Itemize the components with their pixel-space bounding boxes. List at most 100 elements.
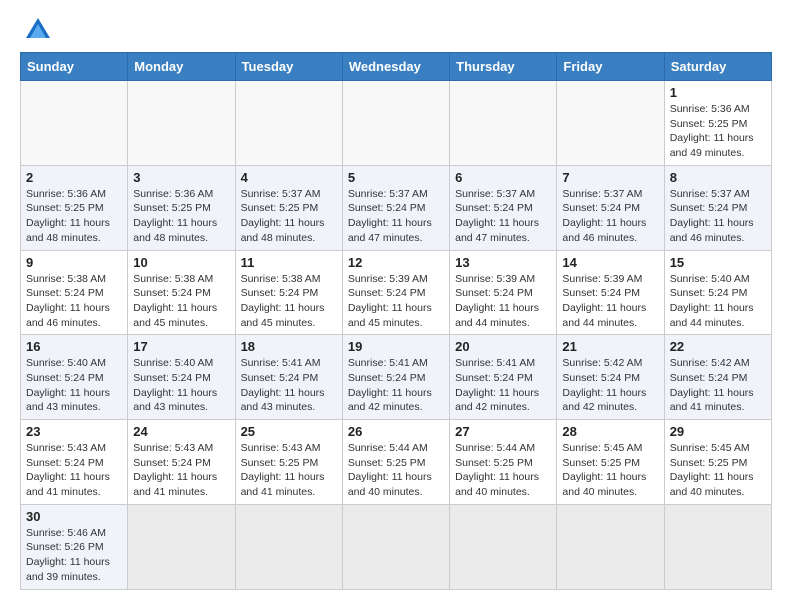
calendar-cell: 12 Sunrise: 5:39 AM Sunset: 5:24 PM Dayli… (342, 250, 449, 335)
day-number: 25 (241, 424, 337, 439)
calendar-cell: 26 Sunrise: 5:44 AM Sunset: 5:25 PM Dayli… (342, 420, 449, 505)
calendar-cell (557, 504, 664, 589)
header (20, 16, 772, 44)
day-info: Sunrise: 5:43 AM Sunset: 5:24 PM Dayligh… (26, 441, 122, 500)
calendar-cell (128, 504, 235, 589)
day-number: 15 (670, 255, 766, 270)
logo-area (20, 16, 52, 44)
day-info: Sunrise: 5:44 AM Sunset: 5:25 PM Dayligh… (455, 441, 551, 500)
day-info: Sunrise: 5:41 AM Sunset: 5:24 PM Dayligh… (348, 356, 444, 415)
calendar-week-row: 2 Sunrise: 5:36 AM Sunset: 5:25 PM Daylig… (21, 165, 772, 250)
day-info: Sunrise: 5:39 AM Sunset: 5:24 PM Dayligh… (455, 272, 551, 331)
day-number: 7 (562, 170, 658, 185)
calendar-cell: 7Sunrise: 5:37 AM Sunset: 5:24 PM Daylig… (557, 165, 664, 250)
day-info: Sunrise: 5:43 AM Sunset: 5:25 PM Dayligh… (241, 441, 337, 500)
day-number: 12 (348, 255, 444, 270)
day-number: 22 (670, 339, 766, 354)
day-info: Sunrise: 5:38 AM Sunset: 5:24 PM Dayligh… (241, 272, 337, 331)
header-saturday: Saturday (664, 53, 771, 81)
day-number: 3 (133, 170, 229, 185)
day-info: Sunrise: 5:39 AM Sunset: 5:24 PM Dayligh… (562, 272, 658, 331)
calendar-cell: 28Sunrise: 5:45 AM Sunset: 5:25 PM Dayli… (557, 420, 664, 505)
day-info: Sunrise: 5:37 AM Sunset: 5:24 PM Dayligh… (670, 187, 766, 246)
day-info: Sunrise: 5:39 AM Sunset: 5:24 PM Dayligh… (348, 272, 444, 331)
day-number: 27 (455, 424, 551, 439)
calendar-cell: 4 Sunrise: 5:37 AM Sunset: 5:25 PM Daylig… (235, 165, 342, 250)
calendar-cell (235, 504, 342, 589)
calendar-cell: 11Sunrise: 5:38 AM Sunset: 5:24 PM Dayli… (235, 250, 342, 335)
day-info: Sunrise: 5:36 AM Sunset: 5:25 PM Dayligh… (26, 187, 122, 246)
calendar-cell: 9 Sunrise: 5:38 AM Sunset: 5:24 PM Daylig… (21, 250, 128, 335)
header-thursday: Thursday (450, 53, 557, 81)
calendar-cell: 19 Sunrise: 5:41 AM Sunset: 5:24 PM Dayli… (342, 335, 449, 420)
day-info: Sunrise: 5:40 AM Sunset: 5:24 PM Dayligh… (26, 356, 122, 415)
day-info: Sunrise: 5:41 AM Sunset: 5:24 PM Dayligh… (241, 356, 337, 415)
calendar-cell (450, 504, 557, 589)
day-number: 17 (133, 339, 229, 354)
calendar-cell: 24Sunrise: 5:43 AM Sunset: 5:24 PM Dayli… (128, 420, 235, 505)
calendar-cell: 5 Sunrise: 5:37 AM Sunset: 5:24 PM Daylig… (342, 165, 449, 250)
calendar-week-row: 23Sunrise: 5:43 AM Sunset: 5:24 PM Dayli… (21, 420, 772, 505)
calendar-week-row: 1 Sunrise: 5:36 AM Sunset: 5:25 PM Daylig… (21, 81, 772, 166)
calendar-table: Sunday Monday Tuesday Wednesday Thursday… (20, 52, 772, 590)
day-number: 18 (241, 339, 337, 354)
day-number: 5 (348, 170, 444, 185)
calendar-cell (342, 504, 449, 589)
day-number: 14 (562, 255, 658, 270)
weekday-header-row: Sunday Monday Tuesday Wednesday Thursday… (21, 53, 772, 81)
day-number: 8 (670, 170, 766, 185)
logo-icon (24, 16, 52, 44)
calendar-cell: 22Sunrise: 5:42 AM Sunset: 5:24 PM Dayli… (664, 335, 771, 420)
calendar-cell: 1 Sunrise: 5:36 AM Sunset: 5:25 PM Daylig… (664, 81, 771, 166)
calendar-week-row: 16 Sunrise: 5:40 AM Sunset: 5:24 PM Dayli… (21, 335, 772, 420)
calendar-cell: 25 Sunrise: 5:43 AM Sunset: 5:25 PM Dayli… (235, 420, 342, 505)
day-number: 26 (348, 424, 444, 439)
calendar-cell: 14 Sunrise: 5:39 AM Sunset: 5:24 PM Dayli… (557, 250, 664, 335)
page-container: Sunday Monday Tuesday Wednesday Thursday… (20, 16, 772, 590)
day-info: Sunrise: 5:45 AM Sunset: 5:25 PM Dayligh… (670, 441, 766, 500)
day-info: Sunrise: 5:45 AM Sunset: 5:25 PM Dayligh… (562, 441, 658, 500)
calendar-cell: 16 Sunrise: 5:40 AM Sunset: 5:24 PM Dayli… (21, 335, 128, 420)
day-number: 20 (455, 339, 551, 354)
day-number: 21 (562, 339, 658, 354)
calendar-cell: 3Sunrise: 5:36 AM Sunset: 5:25 PM Daylig… (128, 165, 235, 250)
calendar-cell (21, 81, 128, 166)
header-monday: Monday (128, 53, 235, 81)
header-wednesday: Wednesday (342, 53, 449, 81)
calendar-cell: 6Sunrise: 5:37 AM Sunset: 5:24 PM Daylig… (450, 165, 557, 250)
day-number: 10 (133, 255, 229, 270)
calendar-cell: 17 Sunrise: 5:40 AM Sunset: 5:24 PM Dayli… (128, 335, 235, 420)
day-info: Sunrise: 5:44 AM Sunset: 5:25 PM Dayligh… (348, 441, 444, 500)
day-info: Sunrise: 5:37 AM Sunset: 5:25 PM Dayligh… (241, 187, 337, 246)
day-number: 2 (26, 170, 122, 185)
day-number: 29 (670, 424, 766, 439)
day-info: Sunrise: 5:40 AM Sunset: 5:24 PM Dayligh… (133, 356, 229, 415)
day-info: Sunrise: 5:40 AM Sunset: 5:24 PM Dayligh… (670, 272, 766, 331)
calendar-cell: 8 Sunrise: 5:37 AM Sunset: 5:24 PM Daylig… (664, 165, 771, 250)
day-info: Sunrise: 5:37 AM Sunset: 5:24 PM Dayligh… (348, 187, 444, 246)
day-number: 4 (241, 170, 337, 185)
header-sunday: Sunday (21, 53, 128, 81)
day-number: 1 (670, 85, 766, 100)
calendar-cell: 13Sunrise: 5:39 AM Sunset: 5:24 PM Dayli… (450, 250, 557, 335)
day-info: Sunrise: 5:38 AM Sunset: 5:24 PM Dayligh… (26, 272, 122, 331)
calendar-cell (235, 81, 342, 166)
day-number: 19 (348, 339, 444, 354)
day-info: Sunrise: 5:38 AM Sunset: 5:24 PM Dayligh… (133, 272, 229, 331)
logo (20, 16, 52, 44)
calendar-cell: 20Sunrise: 5:41 AM Sunset: 5:24 PM Dayli… (450, 335, 557, 420)
calendar-cell (128, 81, 235, 166)
day-info: Sunrise: 5:36 AM Sunset: 5:25 PM Dayligh… (670, 102, 766, 161)
calendar-cell: 30Sunrise: 5:46 AM Sunset: 5:26 PM Dayli… (21, 504, 128, 589)
calendar-cell (342, 81, 449, 166)
day-info: Sunrise: 5:37 AM Sunset: 5:24 PM Dayligh… (455, 187, 551, 246)
day-number: 9 (26, 255, 122, 270)
day-info: Sunrise: 5:42 AM Sunset: 5:24 PM Dayligh… (562, 356, 658, 415)
calendar-cell: 2 Sunrise: 5:36 AM Sunset: 5:25 PM Daylig… (21, 165, 128, 250)
day-number: 24 (133, 424, 229, 439)
calendar-cell (664, 504, 771, 589)
day-number: 16 (26, 339, 122, 354)
calendar-week-row: 30Sunrise: 5:46 AM Sunset: 5:26 PM Dayli… (21, 504, 772, 589)
calendar-cell (450, 81, 557, 166)
calendar-cell: 18 Sunrise: 5:41 AM Sunset: 5:24 PM Dayli… (235, 335, 342, 420)
